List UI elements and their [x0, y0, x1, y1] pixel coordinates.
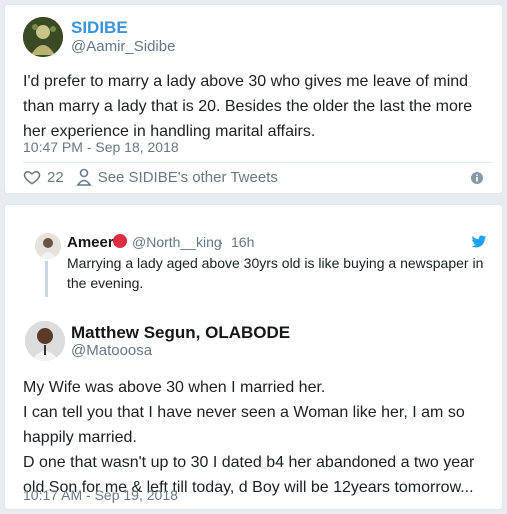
quoted-tweet[interactable]: Ameer @North__king · 16h Marrying a lady…: [27, 227, 487, 307]
red-circle-emoji: [113, 234, 127, 248]
tweet-card-sidibe: SIDIBE @Aamir_Sidibe I'd prefer to marry…: [4, 4, 503, 194]
quoted-author-name[interactable]: Ameer: [67, 234, 114, 251]
avatar-sidibe[interactable]: [23, 17, 63, 57]
author-handle[interactable]: @Matooosa: [71, 342, 152, 359]
tweet-text-line: I can tell you that I have never seen a …: [23, 404, 465, 446]
divider: [23, 162, 493, 163]
tweet-text-line: My Wife was above 30 when I married her.: [23, 379, 326, 396]
dot-separator: ·: [219, 234, 224, 250]
info-icon[interactable]: [471, 171, 483, 184]
quoted-author-handle[interactable]: @North__king: [132, 234, 222, 250]
quoted-age[interactable]: 16h: [231, 234, 254, 250]
author-name[interactable]: Matthew Segun, OLABODE: [71, 323, 290, 343]
quoted-tweet-text: Marrying a lady aged above 30yrs old is …: [67, 255, 484, 291]
tweet-actions: 22 See SIDIBE's other Tweets: [23, 168, 278, 186]
other-tweets-link[interactable]: See SIDIBE's other Tweets: [98, 169, 278, 186]
heart-icon[interactable]: [23, 168, 41, 186]
twitter-bird-icon[interactable]: [471, 235, 487, 249]
author-handle[interactable]: @Aamir_Sidibe: [71, 38, 175, 55]
avatar-matthew[interactable]: [25, 321, 65, 361]
tweet-text: My Wife was above 30 when I married her.…: [23, 375, 493, 500]
author-name[interactable]: SIDIBE: [71, 18, 128, 38]
tweet-timestamp[interactable]: 10:47 PM - Sep 18, 2018: [23, 139, 179, 155]
like-count[interactable]: 22: [47, 169, 64, 186]
tweet-text: I'd prefer to marry a lady above 30 who …: [23, 73, 473, 140]
person-icon[interactable]: [76, 168, 92, 186]
tweet-card-matthew: Ameer @North__king · 16h Marrying a lady…: [4, 204, 503, 510]
avatar-ameer[interactable]: [35, 233, 61, 259]
tweet-timestamp[interactable]: 10:17 AM - Sep 19, 2018: [23, 487, 178, 503]
thread-line: [45, 261, 48, 297]
